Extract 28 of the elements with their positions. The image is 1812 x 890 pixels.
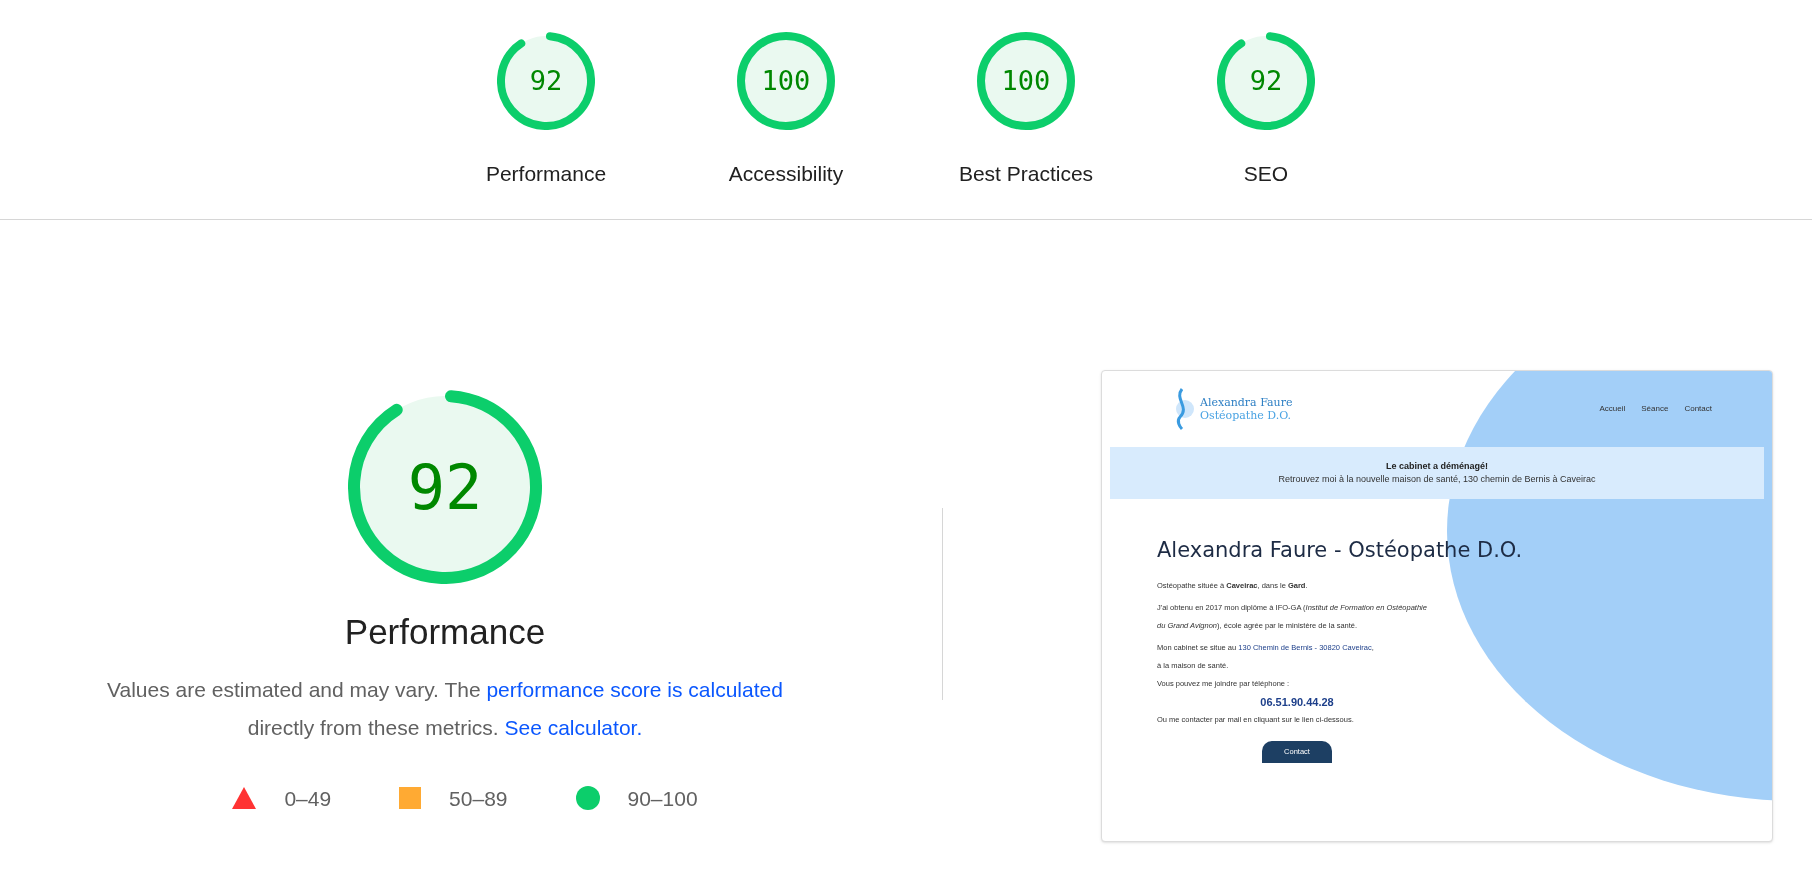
gauge-title: Performance (344, 611, 546, 653)
nav-link[interactable]: Séance (1641, 403, 1669, 415)
banner-title: Le cabinet a déménagé! (1385, 459, 1488, 473)
score-value: 100 (1000, 63, 1052, 98)
legend-label: 90–100 (627, 785, 698, 812)
triangle-icon (232, 787, 257, 810)
legend-label: 50–89 (449, 785, 508, 812)
category-link[interactable]: 100 Best Practices (941, 32, 1111, 219)
description-text: Values are estimated and may vary. The performance score is calculated directly from these metrics. See calculator. (106, 676, 784, 741)
score-value: 92 (1248, 63, 1284, 98)
page-heading: Alexandra Faure - Ostéopathe D.O. (1157, 537, 1523, 563)
nav-link[interactable]: Accueil (1599, 403, 1626, 415)
phone-number: 06.51.90.44.28 (1259, 695, 1335, 710)
logo-name: Alexandra Faure (1200, 396, 1293, 409)
score-value: 100 (760, 63, 812, 98)
link[interactable]: See calculator. (504, 715, 643, 739)
score-value: 92 (406, 449, 484, 526)
banner-text: Retrouvez moi à la nouvelle maison de santé, 130 chemin de Bernis à Caveirac (1278, 473, 1596, 486)
square-icon (399, 787, 422, 810)
link[interactable]: performance score is calculated (486, 677, 783, 701)
nav-link[interactable]: Contact (1684, 403, 1712, 415)
category-link[interactable]: 92 SEO (1181, 32, 1351, 219)
logo-subtitle: Ostéopathe D.O. (1200, 409, 1293, 422)
category-link[interactable]: 92 Performance (461, 32, 631, 219)
circle-icon (575, 786, 600, 811)
category-link[interactable]: 100 Accessibility (701, 32, 871, 219)
score-value: 92 (528, 63, 564, 98)
legend-label: 0–49 (284, 785, 332, 812)
